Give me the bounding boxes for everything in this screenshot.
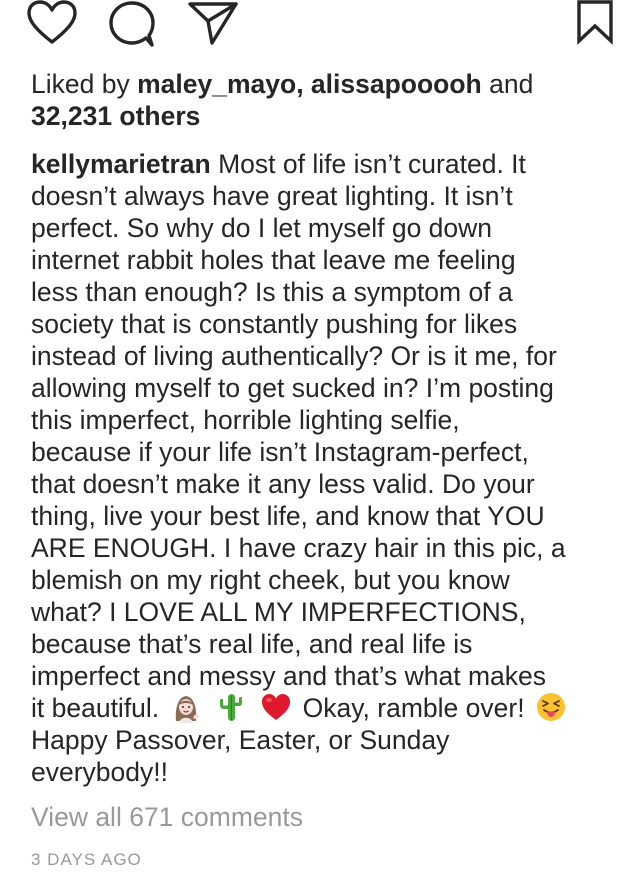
- caption-line: that doesn’t make it any less valid. Do …: [31, 469, 535, 499]
- likes-prefix: Liked by: [31, 69, 138, 99]
- liked-by-user-link[interactable]: maley_mayo: [137, 69, 296, 99]
- woman-tipping-hand-emoji: [170, 691, 202, 723]
- paper-plane-icon[interactable]: [188, 0, 240, 46]
- likes-summary: Liked by maley_mayo, alissapooooh and 32…: [31, 68, 616, 132]
- caption-line: kellymarietran Most of life isn’t curate…: [31, 148, 621, 180]
- post-timestamp: 3 DAYS AGO: [31, 850, 142, 869]
- caption-line: perfect. So why do I let myself go down: [31, 213, 493, 243]
- liked-by-user-link[interactable]: alissapooooh: [311, 69, 482, 99]
- bookmark-icon[interactable]: [576, 0, 614, 46]
- caption-author-link[interactable]: kellymarietran: [31, 149, 211, 179]
- caption-line: this imperfect, horrible lighting selfie…: [31, 405, 460, 435]
- post-caption: kellymarietran Most of life isn’t curate…: [31, 148, 621, 788]
- caption-line: what? I LOVE ALL MY IMPERFECTIONS,: [31, 597, 526, 627]
- caption-text: it beautiful.: [31, 693, 160, 723]
- heart-icon[interactable]: [26, 0, 78, 46]
- caption-text: Okay, ramble over!: [302, 693, 525, 723]
- red-heart-emoji: [260, 691, 292, 723]
- caption-text: Most of life isn’t curated. It: [210, 149, 526, 179]
- caption-line: everybody!!: [31, 757, 168, 787]
- caption-line: ARE ENOUGH. I have crazy hair in this pi…: [31, 533, 566, 563]
- caption-line: less than enough? Is this a symptom of a: [31, 277, 513, 307]
- comment-bubble-icon[interactable]: [108, 0, 158, 48]
- caption-line: blemish on my right cheek, but you know: [31, 565, 510, 595]
- likes-and: and: [481, 69, 534, 99]
- caption-line: imperfect and messy and that’s what make…: [31, 661, 547, 691]
- caption-line: it beautiful. Okay, ramble over!: [31, 692, 621, 724]
- caption-line: doesn’t always have great lighting. It i…: [31, 181, 513, 211]
- caption-line: instead of living authentically? Or is i…: [31, 341, 557, 371]
- caption-line: allowing myself to get sucked in? I’m po…: [31, 373, 554, 403]
- post-action-bar: [0, 0, 640, 56]
- likes-count-link[interactable]: 32,231 others: [31, 101, 200, 131]
- caption-line: because if your life isn’t Instagram-per…: [31, 437, 529, 467]
- caption-line: Happy Passover, Easter, or Sunday: [31, 725, 450, 755]
- likes-separator: ,: [296, 69, 311, 99]
- caption-line: thing, live your best life, and know tha…: [31, 501, 545, 531]
- cactus-emoji: [215, 691, 247, 723]
- caption-line: society that is constantly pushing for l…: [31, 309, 518, 339]
- tongue-out-emoji: [535, 691, 567, 723]
- view-all-comments-link[interactable]: View all 671 comments: [31, 800, 303, 834]
- caption-line: because that’s real life, and real life …: [31, 629, 473, 659]
- caption-line: internet rabbit holes that leave me feel…: [31, 245, 516, 275]
